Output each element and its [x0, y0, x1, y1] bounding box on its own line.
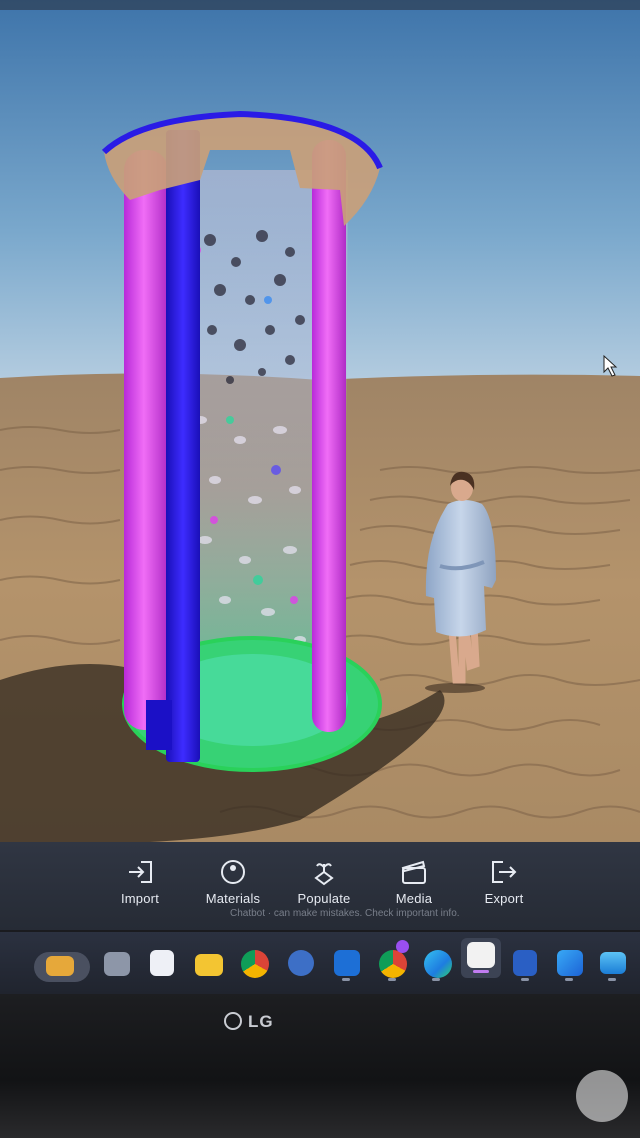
- outlook-icon[interactable]: [334, 950, 360, 976]
- materials-label: Materials: [205, 891, 261, 906]
- running-indicator: [342, 978, 350, 981]
- watermark-logo: [576, 1070, 628, 1122]
- disclaimer-text: Chatbot · can make mistakes. Check impor…: [230, 908, 460, 919]
- import-icon: [129, 861, 152, 883]
- running-indicator: [388, 978, 396, 981]
- media-label: Media: [395, 891, 433, 906]
- pillar-front-blue: [146, 700, 172, 750]
- import-button[interactable]: Import: [95, 858, 185, 924]
- pillar-right-magenta: [312, 140, 346, 732]
- person-shadow: [425, 683, 485, 693]
- folder-icon[interactable]: [195, 954, 223, 976]
- running-indicator: [432, 978, 440, 981]
- photos-icon[interactable]: [557, 950, 583, 976]
- pillar-back-blue: [166, 130, 200, 762]
- export-label: Export: [484, 891, 524, 906]
- screen-top-edge: [0, 0, 640, 10]
- running-indicator: [608, 978, 616, 981]
- export-icon: [492, 861, 517, 883]
- materials-icon: [221, 860, 245, 884]
- briefcase-icon[interactable]: [46, 956, 74, 976]
- pillar-left-magenta: [124, 150, 168, 730]
- populate-label: Populate: [297, 891, 351, 906]
- running-indicator: [473, 970, 489, 973]
- populate-icon: [314, 863, 334, 886]
- lg-logo-circle: [224, 1012, 242, 1030]
- chrome-icon[interactable]: [241, 950, 269, 978]
- stack-icon[interactable]: [104, 952, 130, 976]
- running-indicator: [565, 978, 573, 981]
- monitor-brand: LG: [248, 1012, 274, 1031]
- settings-icon[interactable]: [288, 950, 314, 976]
- running-indicator: [521, 978, 529, 981]
- image-viewer-icon[interactable]: [600, 952, 626, 974]
- media-icon: [401, 860, 426, 884]
- profile-badge: [396, 940, 409, 953]
- sketchup-icon[interactable]: [513, 950, 537, 976]
- photo-editor-icon[interactable]: [150, 950, 174, 976]
- monitor-bezel: [0, 994, 640, 1138]
- chrome-profile-icon[interactable]: [379, 950, 407, 978]
- twinmotion-icon[interactable]: [467, 942, 495, 968]
- windows-taskbar: [0, 932, 640, 994]
- edge-icon[interactable]: [424, 950, 452, 978]
- tower-model: [101, 110, 383, 772]
- import-label: Import: [120, 891, 160, 906]
